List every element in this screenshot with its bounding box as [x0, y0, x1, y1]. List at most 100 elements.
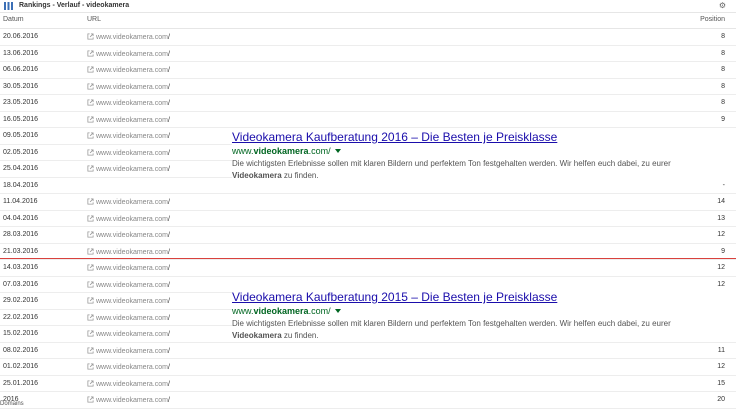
- row-url-path: /: [167, 397, 170, 404]
- row-url-path: /: [167, 215, 170, 223]
- table-row[interactable]: 20.06.2016 www.videokamera.com/8: [0, 29, 736, 46]
- table-row[interactable]: 28.03.2016 www.videokamera.com/12: [0, 227, 736, 244]
- external-link-icon: [87, 363, 94, 370]
- row-date: 13.06.2016: [3, 49, 39, 57]
- external-link-icon: [87, 247, 94, 255]
- external-link-icon: [87, 313, 94, 321]
- row-url-link[interactable]: www.videokamera.com/: [87, 99, 170, 107]
- snippet-desc-keyword: Videokamera: [232, 171, 282, 180]
- external-link-icon: [87, 66, 94, 73]
- panel-header: Rankings - Verlauf - videokamera ⚙: [0, 0, 736, 13]
- row-url-text: www.videokamera.com: [96, 232, 168, 239]
- external-link-icon: [87, 33, 94, 40]
- snippet-description: Die wichtigsten Erlebnisse sollen mit kl…: [232, 158, 712, 182]
- column-header-url[interactable]: URL: [87, 16, 101, 23]
- table-row[interactable]: 2016 www.videokamera.com/20: [0, 392, 736, 409]
- row-date: 18.04.2016: [3, 181, 39, 189]
- dropdown-caret-icon[interactable]: [334, 149, 341, 153]
- row-url-path: /: [167, 314, 170, 322]
- row-url-link[interactable]: www.videokamera.com/: [87, 115, 170, 124]
- row-url-link[interactable]: www.videokamera.com/: [87, 214, 170, 223]
- row-date: 28.03.2016: [3, 231, 39, 238]
- grid-icon[interactable]: [4, 2, 13, 10]
- table-row[interactable]: 13.06.2016 www.videokamera.com/8: [0, 46, 736, 62]
- row-url-link[interactable]: www.videokamera.com/: [87, 297, 170, 305]
- row-url-link[interactable]: www.videokamera.com/: [87, 198, 170, 206]
- snippet-url[interactable]: www.videokamera.com/: [232, 146, 736, 157]
- snippet-url[interactable]: www.videokamera.com/: [232, 306, 736, 317]
- row-url-text: www.videokamera.com: [96, 67, 168, 74]
- table-row[interactable]: 16.05.2016 www.videokamera.com/9: [0, 112, 736, 128]
- row-url-path: /: [167, 67, 170, 74]
- serp-snippet-2016: Videokamera Kaufberatung 2016 – Die Best…: [232, 130, 736, 182]
- row-url-link[interactable]: www.videokamera.com/: [87, 313, 170, 322]
- row-url-text: www.videokamera.com: [96, 281, 168, 289]
- table-row[interactable]: 01.02.2016 www.videokamera.com/12: [0, 359, 736, 376]
- row-url-text: www.videokamera.com: [96, 83, 168, 91]
- row-date: 02.05.2016: [3, 148, 39, 156]
- table-row[interactable]: 11.04.2016 www.videokamera.com/14: [0, 194, 736, 211]
- row-url-text: www.videokamera.com: [96, 50, 168, 58]
- row-url-link[interactable]: www.videokamera.com/: [87, 247, 170, 256]
- row-url-text: www.videokamera.com: [96, 149, 168, 157]
- snippet-url-suffix: .com/: [308, 146, 331, 156]
- row-date: 15.02.2016: [3, 330, 39, 337]
- row-url-path: /: [167, 34, 170, 41]
- table-row[interactable]: 04.04.2016 www.videokamera.com/13: [0, 211, 736, 227]
- row-url-text: www.videokamera.com: [96, 248, 168, 256]
- row-url-link[interactable]: www.videokamera.com/: [87, 82, 170, 91]
- row-url-link[interactable]: www.videokamera.com/: [87, 346, 170, 355]
- external-link-icon: [87, 330, 94, 337]
- row-url-path: /: [167, 265, 170, 272]
- table-row[interactable]: 14.03.2016 www.videokamera.com/12: [0, 260, 736, 277]
- column-header-position[interactable]: Position: [700, 16, 725, 23]
- row-date: 09.05.2016: [3, 132, 39, 139]
- table-row[interactable]: 25.01.2016 www.videokamera.com/15: [0, 376, 736, 392]
- row-date: 23.05.2016: [3, 99, 39, 106]
- row-position: 12: [717, 363, 725, 370]
- dropdown-caret-icon[interactable]: [334, 309, 341, 313]
- row-url-link[interactable]: www.videokamera.com/: [87, 148, 170, 157]
- row-url-link[interactable]: www.videokamera.com/: [87, 33, 170, 41]
- row-url-text: www.videokamera.com: [96, 298, 168, 305]
- table-row[interactable]: 30.05.2016 www.videokamera.com/8: [0, 79, 736, 95]
- row-url-link[interactable]: www.videokamera.com/: [87, 280, 170, 289]
- row-date: 07.03.2016: [3, 280, 39, 288]
- gear-icon[interactable]: ⚙: [719, 1, 726, 10]
- table-row[interactable]: 06.06.2016 www.videokamera.com/8: [0, 62, 736, 79]
- row-date: 08.02.2016: [3, 346, 39, 354]
- row-url-text: www.videokamera.com: [96, 133, 168, 140]
- row-url-link[interactable]: www.videokamera.com/: [87, 231, 170, 239]
- row-position: -: [722, 181, 725, 189]
- row-url-text: www.videokamera.com: [96, 166, 168, 173]
- row-url-text: www.videokamera.com: [96, 34, 168, 41]
- row-url-link[interactable]: www.videokamera.com/: [87, 49, 170, 58]
- row-url-link[interactable]: www.videokamera.com/: [87, 132, 170, 140]
- row-position: 13: [717, 214, 725, 222]
- table-row[interactable]: 08.02.2016 www.videokamera.com/11: [0, 343, 736, 359]
- row-url-text: www.videokamera.com: [96, 116, 168, 124]
- row-url-link[interactable]: www.videokamera.com/: [87, 363, 170, 371]
- row-url-link[interactable]: www.videokamera.com/: [87, 379, 170, 388]
- snippet-title-link[interactable]: Videokamera Kaufberatung 2015 – Die Best…: [232, 290, 736, 304]
- row-url-link[interactable]: www.videokamera.com/: [87, 66, 170, 74]
- external-link-icon: [87, 379, 94, 387]
- row-url-link[interactable]: www.videokamera.com/: [87, 396, 170, 404]
- table-row[interactable]: 23.05.2016 www.videokamera.com/8: [0, 95, 736, 112]
- row-url-link[interactable]: www.videokamera.com/: [87, 330, 170, 338]
- row-url-link[interactable]: www.videokamera.com/: [87, 165, 170, 173]
- row-url-path: /: [167, 232, 170, 239]
- row-position: 15: [717, 379, 725, 387]
- row-position: 11: [717, 346, 725, 354]
- row-url-path: /: [167, 331, 170, 338]
- column-header-date[interactable]: Datum: [3, 16, 24, 23]
- external-link-icon: [87, 165, 94, 172]
- row-date: 14.03.2016: [3, 264, 39, 271]
- row-position: 9: [721, 115, 725, 123]
- snippet-title-link[interactable]: Videokamera Kaufberatung 2016 – Die Best…: [232, 130, 736, 144]
- domains-label: Domains: [0, 401, 26, 407]
- row-position: 8: [721, 33, 725, 40]
- row-url-text: www.videokamera.com: [96, 265, 168, 272]
- row-url-path: /: [167, 199, 170, 206]
- row-url-link[interactable]: www.videokamera.com/: [87, 264, 170, 272]
